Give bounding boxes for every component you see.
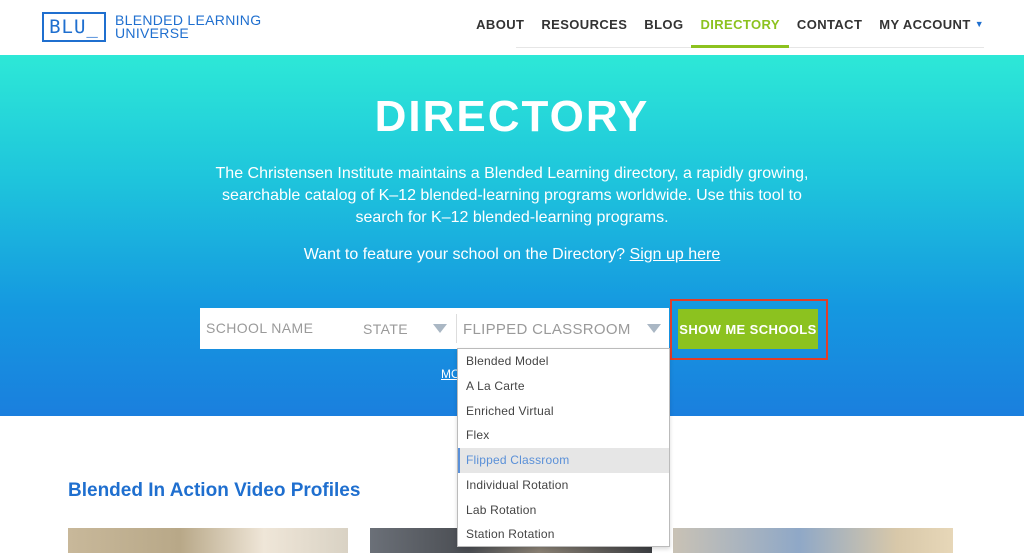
dropdown-option-flipped-classroom[interactable]: Flipped Classroom <box>458 448 669 473</box>
logo-line-2: UNIVERSE <box>115 25 189 41</box>
hero-cta: Want to feature your school on the Direc… <box>0 246 1024 264</box>
logo-wordmark: BLENDED LEARNING UNIVERSE <box>115 13 261 41</box>
nav-item-my-account[interactable]: MY ACCOUNT ▼ <box>879 0 984 48</box>
dropdown-option-individual-rotation[interactable]: Individual Rotation <box>458 473 669 498</box>
main-nav: ABOUT RESOURCES BLOG DIRECTORY CONTACT M… <box>459 0 984 48</box>
blended-model-select[interactable]: FLIPPED CLASSROOM <box>463 321 631 338</box>
blended-model-dropdown: Blended Model A La Carte Enriched Virtua… <box>457 348 670 547</box>
nav-item-blog[interactable]: BLOG <box>644 0 683 48</box>
section-title-video-profiles: Blended In Action Video Profiles <box>68 480 361 501</box>
nav-item-my-account-label: MY ACCOUNT <box>879 16 971 32</box>
logo-mark: BLU_ <box>42 12 106 42</box>
page-title: DIRECTORY <box>374 92 650 141</box>
sign-up-link[interactable]: Sign up here <box>630 246 721 263</box>
caret-down-icon: ▼ <box>974 19 984 29</box>
nav-item-about[interactable]: ABOUT <box>476 0 524 48</box>
dropdown-option-lab-rotation[interactable]: Lab Rotation <box>458 498 669 523</box>
state-dropdown-arrow-icon[interactable] <box>433 324 447 333</box>
hero-description: The Christensen Institute maintains a Bl… <box>215 165 809 226</box>
video-thumbnail[interactable] <box>68 528 348 553</box>
model-dropdown-arrow-icon[interactable] <box>647 324 661 333</box>
nav-item-directory[interactable]: DIRECTORY <box>691 0 790 48</box>
directory-search-bar: SCHOOL NAME STATE FLIPPED CLASSROOM <box>200 308 669 349</box>
dropdown-option-a-la-carte[interactable]: A La Carte <box>458 374 669 399</box>
dropdown-option-flex[interactable]: Flex <box>458 423 669 448</box>
field-divider <box>456 314 457 343</box>
show-me-schools-button[interactable]: SHOW ME SCHOOLS <box>678 309 818 349</box>
dropdown-option-enriched-virtual[interactable]: Enriched Virtual <box>458 399 669 424</box>
school-name-input[interactable]: SCHOOL NAME <box>206 320 313 336</box>
dropdown-option-blended-model[interactable]: Blended Model <box>458 349 669 374</box>
site-logo[interactable]: BLU_ BLENDED LEARNING UNIVERSE <box>42 12 261 42</box>
nav-item-contact[interactable]: CONTACT <box>797 0 862 48</box>
hero-cta-text: Want to feature your school on the Direc… <box>303 246 626 263</box>
site-header: BLU_ BLENDED LEARNING UNIVERSE ABOUT RES… <box>0 0 1024 55</box>
state-select[interactable]: STATE <box>363 321 408 337</box>
nav-item-resources[interactable]: RESOURCES <box>541 0 627 48</box>
dropdown-option-station-rotation[interactable]: Station Rotation <box>458 522 669 547</box>
video-thumbnail[interactable] <box>673 528 953 553</box>
